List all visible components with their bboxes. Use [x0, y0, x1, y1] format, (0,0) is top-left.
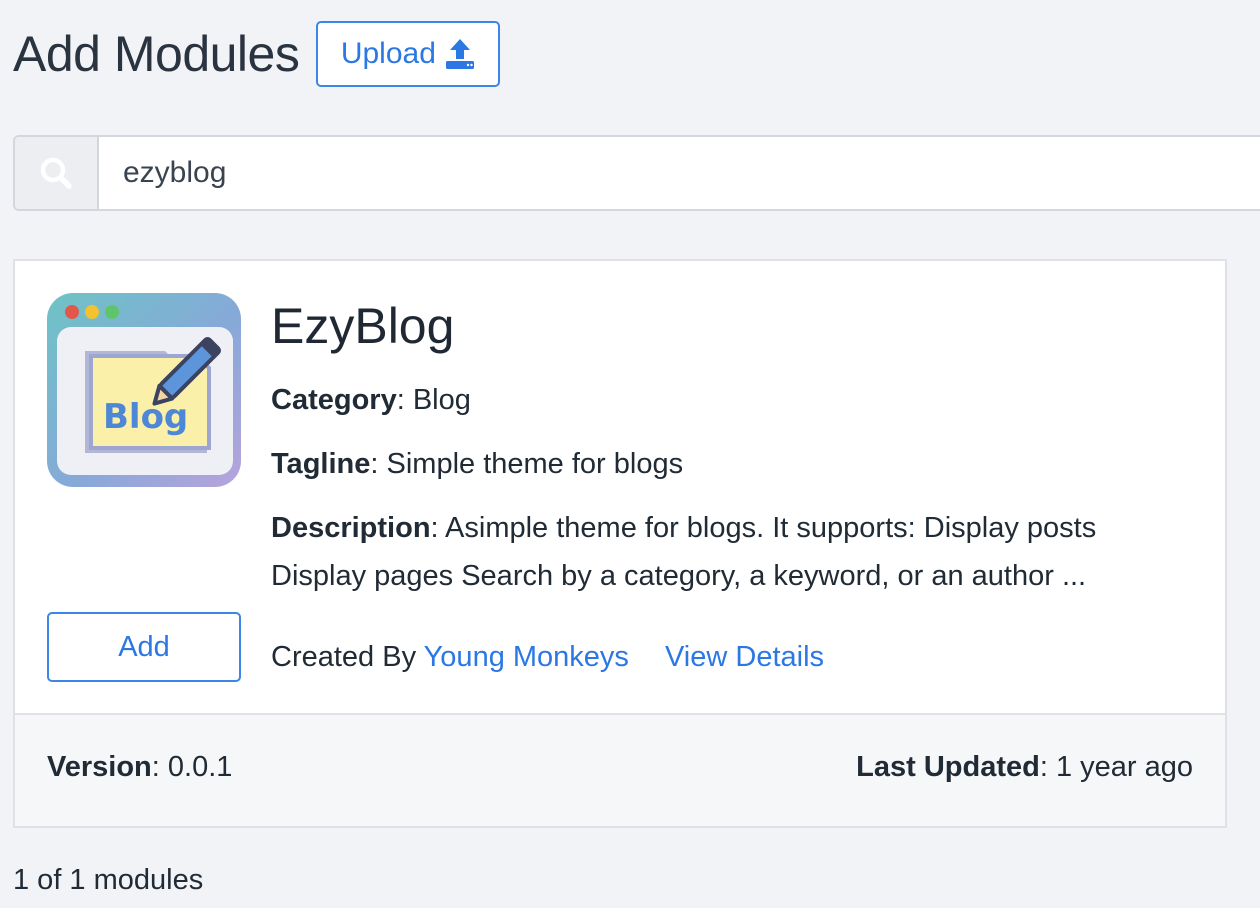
search-addon[interactable]	[15, 137, 99, 209]
category-value: Blog	[412, 384, 471, 416]
module-card-footer: Version: 0.0.1 Last Updated: 1 year ago	[15, 713, 1225, 826]
search-input[interactable]	[99, 137, 1260, 209]
upload-icon	[445, 39, 474, 69]
module-description: Description: Asimple theme for blogs. It…	[271, 512, 1097, 592]
last-updated-label: Last Updated	[856, 751, 1040, 783]
version-label: Version	[47, 751, 152, 783]
description-label: Description	[271, 512, 431, 544]
module-category: Category: Blog	[271, 384, 471, 416]
module-count: 1 of 1 modules	[13, 864, 204, 896]
view-details-link[interactable]: View Details	[665, 641, 824, 673]
tagline-value: Simple theme for blogs	[386, 448, 684, 480]
svg-text:Blog: Blog	[103, 397, 188, 437]
created-by-prefix: Created By	[271, 641, 417, 673]
module-logo: Blog	[47, 293, 241, 487]
module-name: EzyBlog	[271, 298, 455, 354]
page: Add Modules Upload ezyblog Blog Add EzyB…	[0, 0, 1260, 908]
upload-button-label: Upload	[340, 37, 436, 70]
module-created-by: Created By Young Monkeys View Details	[271, 635, 824, 679]
add-button[interactable]: Add	[47, 612, 241, 682]
last-updated-value: 1 year ago	[1055, 751, 1193, 783]
version-value: 0.0.1	[167, 751, 233, 783]
page-title: Add Modules	[13, 26, 300, 82]
tagline-label: Tagline	[271, 448, 371, 480]
category-label: Category	[271, 384, 397, 416]
module-card: Blog Add EzyBlog Category: Blog Tagline:…	[13, 259, 1227, 828]
author-link[interactable]: Young Monkeys	[424, 641, 629, 673]
search-bar	[13, 135, 1260, 211]
page-header: Add Modules Upload	[13, 20, 501, 88]
module-card-body: Blog Add EzyBlog Category: Blog Tagline:…	[15, 261, 1225, 713]
search-icon	[40, 157, 72, 189]
upload-button[interactable]: Upload	[316, 21, 501, 87]
module-version: Version: 0.0.1	[47, 751, 233, 783]
module-last-updated: Last Updated: 1 year ago	[856, 751, 1193, 783]
module-tagline: Tagline: Simple theme for blogs	[271, 448, 684, 480]
module-info: EzyBlog Category: Blog Tagline: Simple t…	[271, 291, 1171, 600]
